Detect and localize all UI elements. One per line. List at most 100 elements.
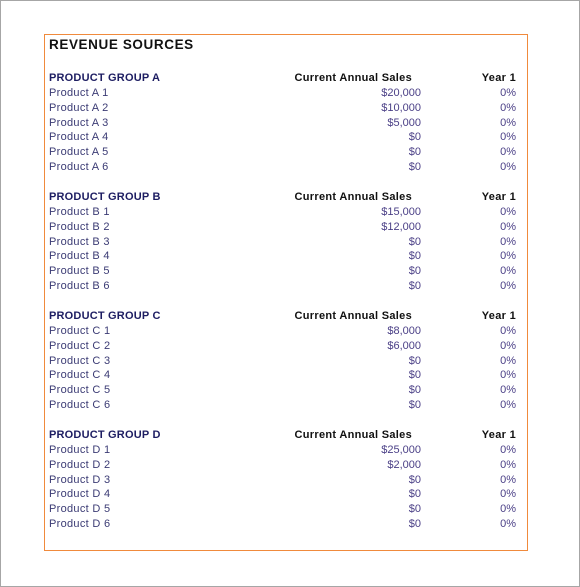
product-year1: 0% (500, 443, 516, 456)
product-sales: $0 (408, 280, 421, 293)
product-name: Product D 4 (49, 488, 111, 501)
product-row: Product A 5 $0 0% (0, 145, 580, 160)
product-name: Product B 2 (49, 220, 110, 233)
product-row: Product C 6 $0 0% (0, 398, 580, 413)
product-name: Product D 6 (49, 518, 111, 531)
product-year1: 0% (500, 399, 516, 412)
product-year1: 0% (500, 220, 516, 233)
product-name: Product B 1 (49, 205, 110, 218)
product-sales: $25,000 (381, 443, 421, 456)
product-row: Product D 5 $0 0% (0, 502, 580, 517)
product-name: Product C 1 (49, 324, 111, 337)
product-row: Product C 5 $0 0% (0, 383, 580, 398)
product-sales: $8,000 (387, 324, 421, 337)
product-sales: $0 (408, 265, 421, 278)
product-year1: 0% (500, 354, 516, 367)
column-header-year: Year 1 (481, 191, 516, 203)
product-year1: 0% (500, 250, 516, 263)
column-header-sales: Current Annual Sales (294, 310, 412, 322)
product-name: Product C 6 (49, 399, 111, 412)
product-name: Product C 4 (49, 369, 111, 382)
column-header-sales: Current Annual Sales (294, 72, 412, 84)
product-sales: $5,000 (387, 116, 421, 129)
product-year1: 0% (500, 503, 516, 516)
product-sales: $10,000 (381, 101, 421, 114)
product-row: Product B 6 $0 0% (0, 279, 580, 294)
product-row: Product B 1 $15,000 0% (0, 205, 580, 220)
product-name: Product D 2 (49, 458, 111, 471)
product-year1: 0% (500, 488, 516, 501)
product-row: Product B 4 $0 0% (0, 249, 580, 264)
product-row: Product C 4 $0 0% (0, 368, 580, 383)
product-row: Product B 3 $0 0% (0, 235, 580, 250)
product-sales: $0 (408, 131, 421, 144)
product-row: Product A 2 $10,000 0% (0, 101, 580, 116)
product-sales: $0 (408, 161, 421, 174)
product-sales: $6,000 (387, 339, 421, 352)
product-sales: $0 (408, 488, 421, 501)
page-title: REVENUE SOURCES (49, 37, 194, 52)
product-name: Product A 6 (49, 161, 109, 174)
product-sales: $0 (408, 146, 421, 159)
product-name: Product C 2 (49, 339, 111, 352)
product-name: Product A 1 (49, 86, 109, 99)
product-name: Product A 2 (49, 101, 109, 114)
product-sales: $0 (408, 235, 421, 248)
product-sales: $0 (408, 354, 421, 367)
group-header: PRODUCT GROUP A Current Annual Sales Year … (0, 71, 580, 86)
product-sales: $12,000 (381, 220, 421, 233)
product-row: Product A 6 $0 0% (0, 160, 580, 175)
product-year1: 0% (500, 458, 516, 471)
product-sales: $0 (408, 369, 421, 382)
column-header-year: Year 1 (481, 72, 516, 84)
product-year1: 0% (500, 235, 516, 248)
column-header-sales: Current Annual Sales (294, 191, 412, 203)
product-sales: $15,000 (381, 205, 421, 218)
product-year1: 0% (500, 518, 516, 531)
column-header-year: Year 1 (481, 429, 516, 441)
group-header: PRODUCT GROUP C Current Annual Sales Year … (0, 309, 580, 324)
product-year1: 0% (500, 339, 516, 352)
product-year1: 0% (500, 146, 516, 159)
product-year1: 0% (500, 384, 516, 397)
column-header-sales: Current Annual Sales (294, 429, 412, 441)
product-row: Product A 3 $5,000 0% (0, 116, 580, 131)
product-sales: $0 (408, 384, 421, 397)
product-name: Product D 5 (49, 503, 111, 516)
product-row: Product D 1 $25,000 0% (0, 443, 580, 458)
product-sales: $0 (408, 250, 421, 263)
product-sales: $0 (408, 473, 421, 486)
group-name: PRODUCT GROUP B (49, 191, 161, 203)
product-row: Product B 2 $12,000 0% (0, 220, 580, 235)
product-year1: 0% (500, 473, 516, 486)
product-sales: $0 (408, 503, 421, 516)
group-name: PRODUCT GROUP C (49, 310, 161, 322)
product-name: Product B 6 (49, 280, 110, 293)
product-year1: 0% (500, 101, 516, 114)
product-row: Product D 6 $0 0% (0, 517, 580, 532)
product-name: Product B 4 (49, 250, 110, 263)
product-year1: 0% (500, 369, 516, 382)
product-row: Product D 3 $0 0% (0, 473, 580, 488)
product-year1: 0% (500, 161, 516, 174)
product-year1: 0% (500, 116, 516, 129)
product-row: Product D 4 $0 0% (0, 487, 580, 502)
group-header: PRODUCT GROUP B Current Annual Sales Year … (0, 190, 580, 205)
product-name: Product A 5 (49, 146, 109, 159)
product-row: Product A 4 $0 0% (0, 130, 580, 145)
product-name: Product B 5 (49, 265, 110, 278)
product-name: Product C 5 (49, 384, 111, 397)
product-sales: $20,000 (381, 86, 421, 99)
product-name: Product A 3 (49, 116, 109, 129)
product-sales: $0 (408, 518, 421, 531)
product-name: Product D 3 (49, 473, 111, 486)
product-row: Product C 1 $8,000 0% (0, 324, 580, 339)
product-year1: 0% (500, 324, 516, 337)
product-sales: $0 (408, 399, 421, 412)
product-year1: 0% (500, 280, 516, 293)
product-sales: $2,000 (387, 458, 421, 471)
product-year1: 0% (500, 205, 516, 218)
group-name: PRODUCT GROUP A (49, 72, 161, 84)
product-row: Product C 3 $0 0% (0, 354, 580, 369)
product-year1: 0% (500, 265, 516, 278)
